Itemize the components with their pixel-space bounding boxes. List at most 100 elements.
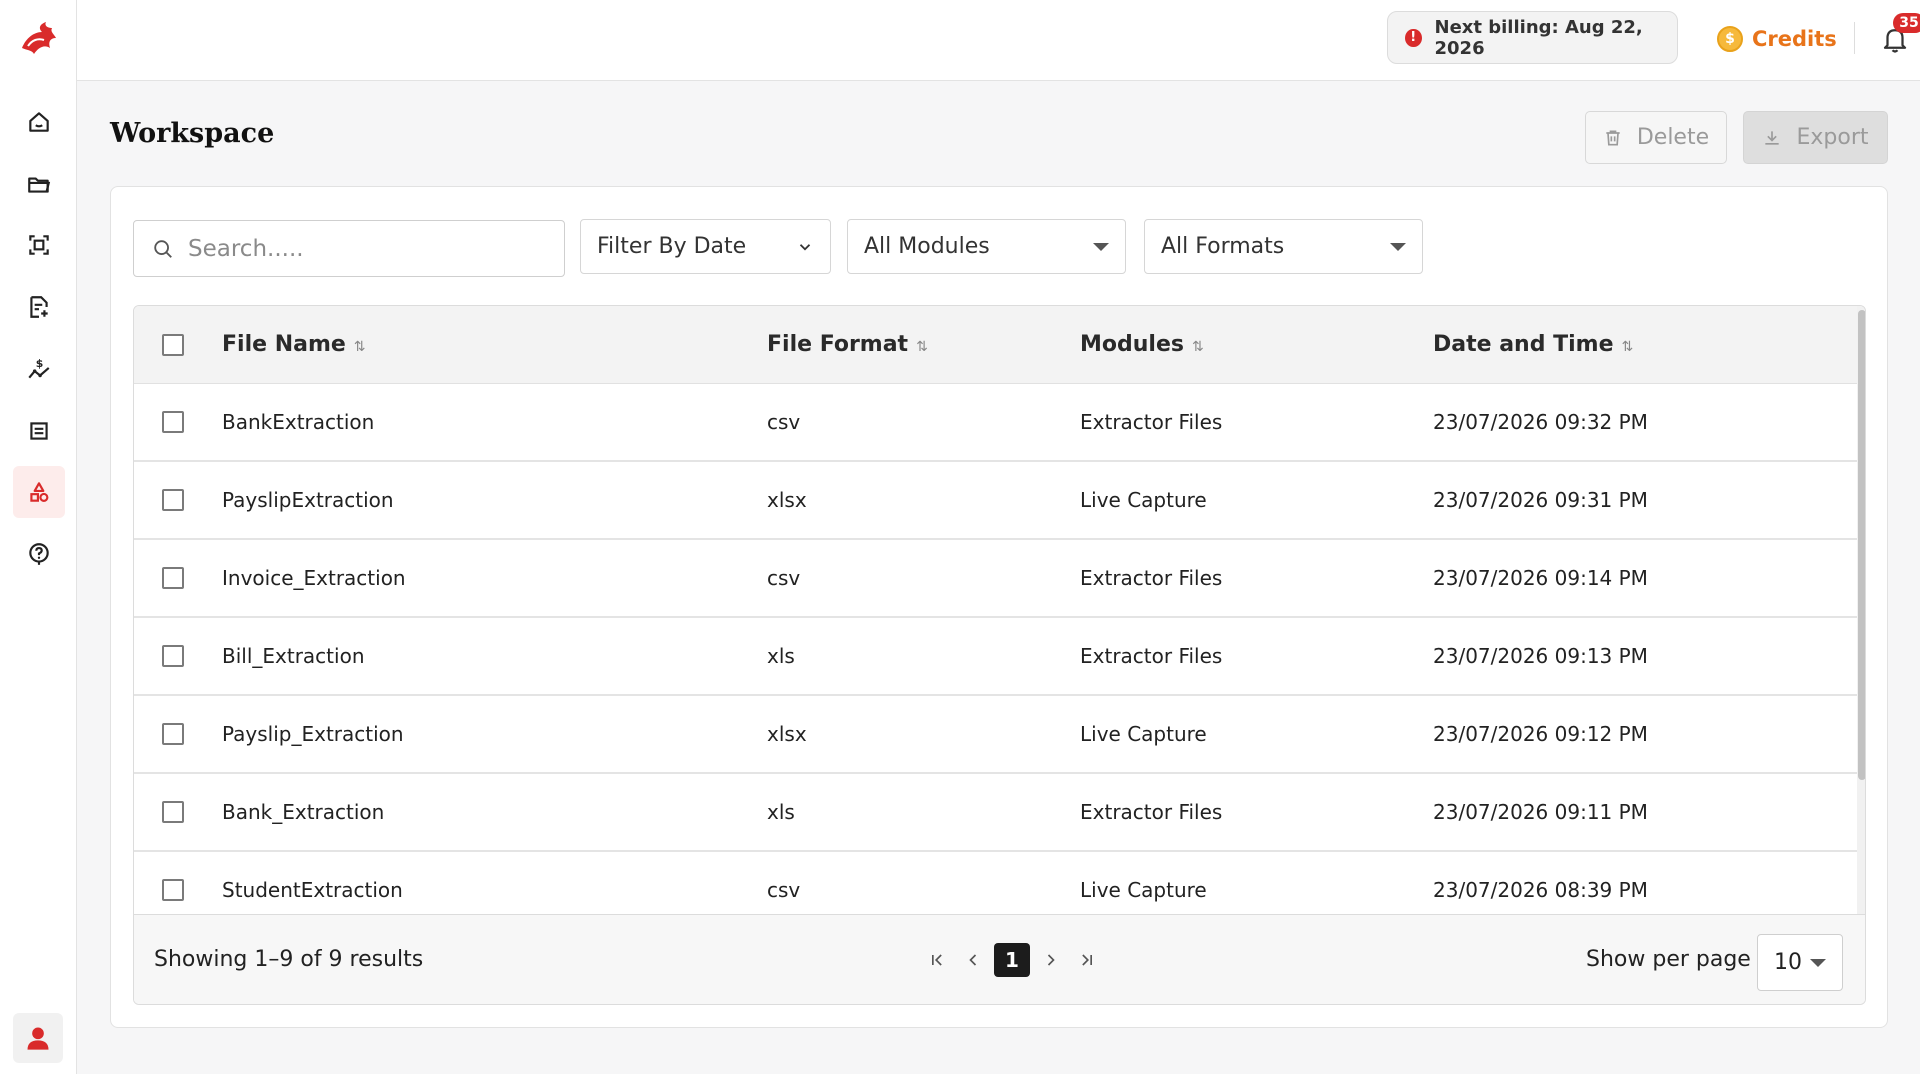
cell-file-name: StudentExtraction — [222, 878, 403, 902]
sidebar-item-list[interactable] — [13, 405, 65, 457]
pagination: 1 — [919, 943, 1105, 977]
row-checkbox[interactable] — [162, 489, 184, 511]
column-header-file-format[interactable]: File Format ⇅ — [767, 332, 928, 357]
column-header-date-time[interactable]: Date and Time ⇅ — [1433, 332, 1633, 357]
cell-date-time: 23/07/2026 09:13 PM — [1433, 644, 1648, 668]
cell-module: Extractor Files — [1080, 800, 1223, 824]
chevron-right-icon — [1047, 954, 1055, 966]
page-button-current[interactable]: 1 — [994, 943, 1030, 977]
cell-file-format: csv — [767, 410, 801, 434]
column-label: Modules — [1080, 332, 1184, 357]
table-footer: Showing 1–9 of 9 results 1 Show per page — [134, 914, 1865, 1004]
previous-page-button[interactable] — [955, 943, 991, 977]
credits-button[interactable]: $ Credits — [1717, 24, 1837, 54]
sort-icon: ⇅ — [916, 339, 928, 355]
row-checkbox[interactable] — [162, 723, 184, 745]
row-checkbox[interactable] — [162, 567, 184, 589]
export-button[interactable]: Export — [1743, 111, 1888, 164]
billing-notice[interactable]: ! Next billing: Aug 22, 2026 — [1387, 11, 1678, 64]
column-header-file-name[interactable]: File Name ⇅ — [222, 332, 366, 357]
last-page-button[interactable] — [1069, 943, 1105, 977]
table-row[interactable]: Bank_Extraction xls Extractor Files 23/0… — [134, 774, 1857, 852]
cell-file-format: xls — [767, 644, 795, 668]
formats-label: All Formats — [1161, 234, 1285, 259]
caret-down-icon — [1093, 242, 1109, 251]
trash-icon — [1606, 130, 1620, 145]
next-page-button[interactable] — [1033, 943, 1069, 977]
table-row[interactable]: Bill_Extraction xls Extractor Files 23/0… — [134, 618, 1857, 696]
row-checkbox[interactable] — [162, 645, 184, 667]
cell-module: Extractor Files — [1080, 566, 1223, 590]
table-row[interactable]: StudentExtraction csv Live Capture 23/07… — [134, 852, 1857, 914]
filter-by-date-select[interactable]: Filter By Date — [580, 219, 831, 274]
sidebar-item-help[interactable] — [13, 528, 65, 580]
search-icon — [154, 239, 172, 258]
cell-date-time: 23/07/2026 09:32 PM — [1433, 410, 1648, 434]
modules-label: All Modules — [864, 234, 990, 259]
per-page-select[interactable]: 10 — [1757, 934, 1843, 991]
divider — [1854, 22, 1855, 54]
delete-button[interactable]: Delete — [1585, 111, 1727, 164]
cell-file-format: xlsx — [767, 488, 807, 512]
modules-select[interactable]: All Modules — [847, 219, 1126, 274]
table-row[interactable]: PayslipExtraction xlsx Live Capture 23/0… — [134, 462, 1857, 540]
table-row[interactable]: Payslip_Extraction xlsx Live Capture 23/… — [134, 696, 1857, 774]
search-box[interactable] — [133, 220, 565, 277]
cell-date-time: 23/07/2026 09:31 PM — [1433, 488, 1648, 512]
sidebar-item-billing[interactable]: $ — [13, 343, 65, 395]
table-scrollbar[interactable] — [1857, 306, 1865, 914]
row-checkbox[interactable] — [162, 879, 184, 901]
row-checkbox[interactable] — [162, 801, 184, 823]
row-checkbox[interactable] — [162, 411, 184, 433]
column-label: File Format — [767, 332, 909, 357]
scrollbar-thumb[interactable] — [1858, 310, 1865, 780]
table-header: File Name ⇅ File Format ⇅ Modules ⇅ Date an… — [134, 306, 1857, 384]
cell-module: Extractor Files — [1080, 644, 1223, 668]
cell-file-format: xls — [767, 800, 795, 824]
per-page-value: 10 — [1774, 950, 1802, 975]
billing-text: Next billing: Aug 22, 2026 — [1434, 16, 1643, 59]
sidebar: $ — [0, 0, 77, 1074]
help-icon — [29, 543, 49, 565]
sort-icon: ⇅ — [1191, 339, 1204, 355]
svg-text:$: $ — [36, 357, 44, 370]
search-input[interactable] — [188, 235, 528, 262]
per-page-label: Show per page — [1586, 947, 1751, 972]
table-row[interactable]: Invoice_Extraction csv Extractor Files 2… — [134, 540, 1857, 618]
user-icon — [27, 1027, 49, 1050]
caret-down-icon — [1390, 242, 1406, 251]
formats-select[interactable]: All Formats — [1144, 219, 1423, 274]
cell-file-name: Bill_Extraction — [222, 644, 365, 668]
cell-module: Extractor Files — [1080, 410, 1223, 434]
list-icon — [30, 422, 48, 440]
brand-logo-icon[interactable] — [16, 18, 60, 62]
sidebar-item-folder[interactable] — [13, 158, 65, 210]
scan-icon — [29, 235, 49, 255]
first-page-button[interactable] — [919, 943, 955, 977]
results-count: Showing 1–9 of 9 results — [154, 947, 424, 972]
column-label: Date and Time — [1433, 332, 1614, 357]
sidebar-item-document-add[interactable] — [13, 281, 65, 333]
chevron-down-icon — [799, 243, 811, 251]
sort-icon: ⇅ — [353, 339, 366, 355]
info-icon: ! — [1405, 28, 1422, 47]
user-profile-button[interactable] — [13, 1013, 63, 1063]
page-title: Workspace — [110, 118, 275, 149]
sidebar-item-scan[interactable] — [13, 219, 65, 271]
caret-down-icon — [1810, 958, 1826, 967]
cell-file-format: csv — [767, 878, 801, 902]
sidebar-item-home[interactable] — [13, 96, 65, 148]
column-header-modules[interactable]: Modules ⇅ — [1080, 332, 1204, 357]
cell-date-time: 23/07/2026 09:14 PM — [1433, 566, 1648, 590]
folder-icon — [28, 177, 51, 193]
sidebar-item-workspace[interactable] — [13, 466, 65, 518]
table-body: BankExtraction csv Extractor Files 23/07… — [134, 384, 1857, 914]
cell-module: Live Capture — [1080, 488, 1207, 512]
delete-label: Delete — [1636, 125, 1710, 150]
credits-label: Credits — [1752, 27, 1837, 51]
select-all-checkbox[interactable] — [162, 333, 184, 356]
files-table: File Name ⇅ File Format ⇅ Modules ⇅ Date an… — [133, 305, 1866, 1005]
filter-date-label: Filter By Date — [597, 234, 747, 259]
download-icon — [1765, 130, 1780, 145]
table-row[interactable]: BankExtraction csv Extractor Files 23/07… — [134, 384, 1857, 462]
